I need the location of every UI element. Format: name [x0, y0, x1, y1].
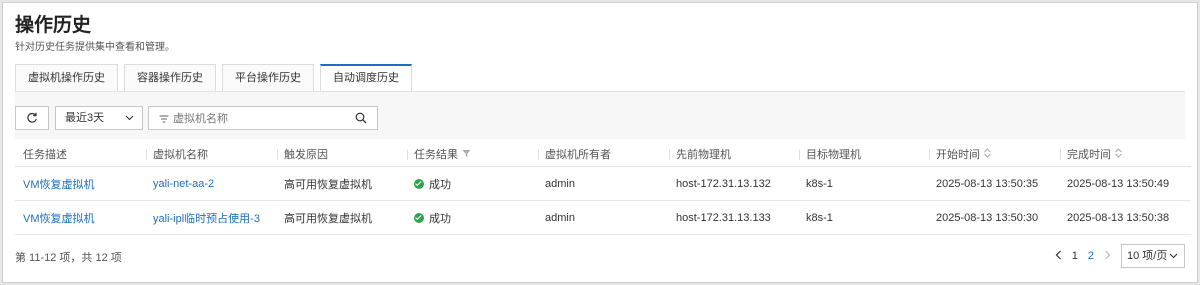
col-task-desc: 任务描述 — [23, 148, 67, 161]
task-result: 成功 — [414, 167, 451, 200]
col-end-time[interactable]: 完成时间 — [1060, 141, 1122, 166]
table-row: VM恢复虚拟机 yali-ipl临时预占使用-3 高可用恢复虚拟机 成功 adm… — [15, 201, 1191, 235]
pagination-summary: 第 11-12 项，共 12 项 — [15, 252, 122, 264]
time-range-select[interactable]: 最近3天 — [55, 106, 143, 130]
prev-page-icon[interactable] — [1055, 250, 1062, 263]
column-separator — [277, 149, 278, 160]
table-header: 任务描述 虚拟机名称 触发原因 任务结果 虚拟机所有者 先前物理机 目标物理机 … — [15, 141, 1191, 167]
page-subtitle: 针对历史任务提供集中查看和管理。 — [15, 42, 175, 53]
end-time: 2025-08-13 13:50:49 — [1067, 177, 1170, 190]
sort-icon[interactable] — [984, 147, 991, 160]
col-vm-name: 虚拟机名称 — [146, 141, 208, 166]
column-separator — [799, 149, 800, 160]
search-icon[interactable] — [355, 112, 367, 127]
column-separator — [407, 149, 408, 160]
search-input[interactable] — [173, 110, 353, 127]
col-task-result: 任务结果 — [407, 141, 471, 166]
history-tabs: 虚拟机操作历史 容器操作历史 平台操作历史 自动调度历史 — [15, 64, 418, 92]
page-size-select[interactable]: 10 项/页 — [1121, 244, 1185, 268]
refresh-button[interactable] — [15, 106, 49, 130]
task-desc-link[interactable]: VM恢复虚拟机 — [23, 201, 95, 234]
success-check-icon — [414, 212, 424, 223]
table-row: VM恢复虚拟机 yali-net-aa-2 高可用恢复虚拟机 成功 admin … — [15, 167, 1191, 201]
task-desc-link[interactable]: VM恢复虚拟机 — [23, 167, 95, 200]
filter-icon[interactable] — [462, 149, 471, 158]
col-target-host: 目标物理机 — [799, 141, 861, 166]
vm-owner: admin — [545, 177, 575, 190]
next-page-icon[interactable] — [1104, 250, 1111, 263]
page-1-button[interactable]: 1 — [1072, 250, 1078, 262]
target-host: k8s-1 — [806, 177, 833, 190]
vm-name-link[interactable]: yali-net-aa-2 — [153, 167, 214, 200]
target-host: k8s-1 — [806, 211, 833, 224]
task-result: 成功 — [414, 201, 451, 234]
filter-lines-icon — [159, 113, 169, 127]
success-check-icon — [414, 178, 424, 189]
vm-name-link[interactable]: yali-ipl临时预占使用-3 — [153, 201, 260, 234]
column-separator — [538, 149, 539, 160]
schedule-history-table: 任务描述 虚拟机名称 触发原因 任务结果 虚拟机所有者 先前物理机 目标物理机 … — [15, 141, 1191, 235]
tab-vm-history[interactable]: 虚拟机操作历史 — [15, 64, 118, 91]
trigger-reason: 高可用恢复虚拟机 — [284, 178, 372, 191]
start-time: 2025-08-13 13:50:35 — [936, 177, 1039, 190]
tab-container-history[interactable]: 容器操作历史 — [124, 64, 216, 91]
col-start-time[interactable]: 开始时间 — [929, 141, 991, 166]
col-prev-host: 先前物理机 — [669, 141, 731, 166]
time-range-value: 最近3天 — [65, 112, 105, 124]
prev-host: host-172.31.13.133 — [676, 211, 771, 224]
page-2-button[interactable]: 2 — [1088, 250, 1094, 262]
col-trigger-reason: 触发原因 — [277, 141, 328, 166]
page-frame: 操作历史 针对历史任务提供集中查看和管理。 虚拟机操作历史 容器操作历史 平台操… — [2, 2, 1198, 283]
page-size-value: 10 项/页 — [1127, 250, 1168, 262]
page-title: 操作历史 — [15, 15, 92, 36]
trigger-reason: 高可用恢复虚拟机 — [284, 212, 372, 225]
column-separator — [669, 149, 670, 160]
prev-host: host-172.31.13.132 — [676, 177, 771, 190]
pagination: 1 2 10 项/页 — [1045, 244, 1185, 268]
vm-owner: admin — [545, 211, 575, 224]
column-separator — [929, 149, 930, 160]
chevron-down-icon — [1169, 245, 1178, 275]
column-separator — [146, 149, 147, 160]
sort-icon[interactable] — [1115, 147, 1122, 160]
start-time: 2025-08-13 13:50:30 — [936, 211, 1039, 224]
tab-platform-history[interactable]: 平台操作历史 — [222, 64, 314, 91]
vm-name-search — [148, 106, 378, 130]
col-vm-owner: 虚拟机所有者 — [538, 141, 611, 166]
chevron-down-icon — [125, 107, 134, 137]
refresh-icon — [27, 112, 37, 123]
tab-auto-schedule-history[interactable]: 自动调度历史 — [320, 64, 412, 92]
end-time: 2025-08-13 13:50:38 — [1067, 211, 1170, 224]
column-separator — [1060, 149, 1061, 160]
